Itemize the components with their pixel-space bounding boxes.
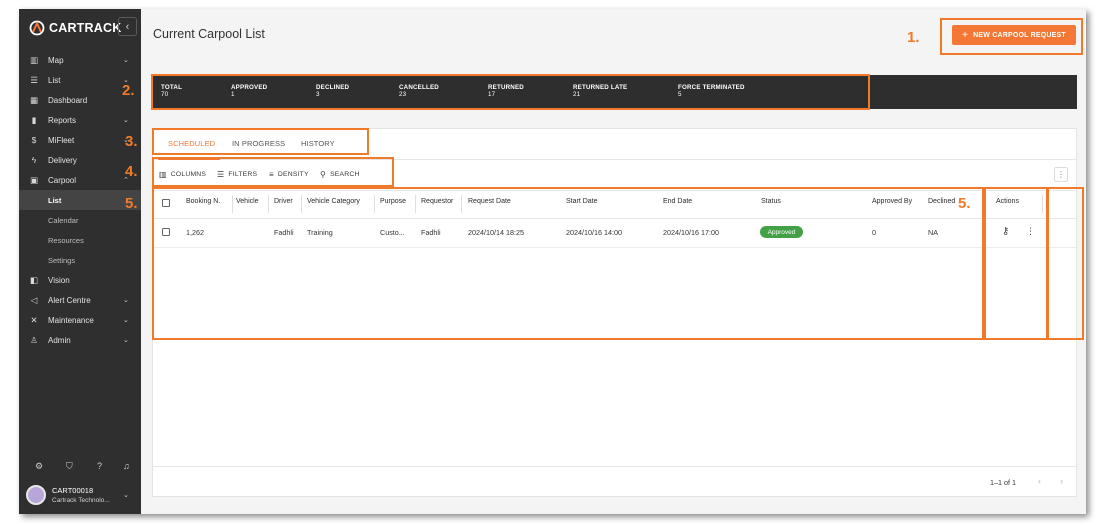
bolt-icon: ϟ	[31, 155, 37, 165]
more-options-button[interactable]: ⋮	[1054, 167, 1068, 182]
prev-page-icon[interactable]: ‹	[1038, 476, 1041, 486]
chevron-down-icon: ⌄	[123, 117, 129, 124]
megaphone-icon: ◁	[30, 294, 38, 305]
list-icon: ☰	[30, 74, 38, 85]
chevron-down-icon: ⌄	[123, 317, 129, 324]
annotation-box-3	[152, 128, 369, 155]
table-footer-border	[153, 466, 1076, 467]
collapse-sidebar-button[interactable]: ‹	[118, 17, 137, 36]
annotation-box-5-actions	[984, 187, 1048, 340]
sidebar-item-delivery[interactable]: ϟ Delivery	[19, 150, 141, 170]
annotation-box-4	[152, 157, 394, 187]
screenshot-frame: CARTRACK ‹ ▥ Map ⌄ ☰ List ⌄ ▦ Dashboard …	[0, 0, 1102, 525]
chevron-down-icon: ⌄	[123, 337, 129, 344]
map-icon: ▥	[29, 54, 39, 65]
sidebar-item-maintenance[interactable]: ✕ Maintenance ⌄	[19, 310, 141, 330]
page-title: Current Carpool List	[153, 27, 265, 41]
annotation-box-5-extra	[1047, 187, 1084, 340]
annotation-box-1	[940, 18, 1083, 55]
chevron-down-icon: ⌄	[123, 492, 129, 499]
annotation-box-5-table	[152, 187, 984, 340]
brand-name: CARTRACK	[49, 21, 122, 35]
sidebar-subitem-list[interactable]: List	[19, 190, 141, 210]
brand-logo[interactable]: CARTRACK	[29, 18, 121, 38]
gear-icon[interactable]: ⚙	[35, 461, 43, 472]
calendar-icon: ▣	[29, 174, 39, 185]
sidebar-item-alert-centre[interactable]: ◁ Alert Centre ⌄	[19, 290, 141, 310]
wrench-icon: ✕	[30, 314, 38, 325]
sidebar-subitem-settings[interactable]: Settings	[19, 250, 141, 270]
annotation-label-3: 3.	[125, 133, 138, 150]
annotation-label-4: 4.	[125, 163, 138, 180]
sidebar-item-admin[interactable]: ♙ Admin ⌄	[19, 330, 141, 350]
chevron-down-icon: ⌄	[123, 57, 129, 64]
sidebar-footer-icons: ⚙ ⛉ ? ♫	[19, 461, 141, 475]
chevron-down-icon: ⌄	[123, 297, 129, 304]
cartrack-logo-icon	[29, 20, 45, 36]
dollar-icon: $	[31, 135, 37, 145]
shield-icon[interactable]: ⛉	[66, 461, 73, 472]
sidebar-item-map[interactable]: ▥ Map ⌄	[19, 50, 141, 70]
next-page-icon[interactable]: ›	[1060, 476, 1063, 486]
annotation-label-2: 2.	[122, 82, 135, 99]
user-profile[interactable]: CART00018 Cartrack Technolo... ⌄	[26, 483, 138, 509]
sidebar-item-mifleet[interactable]: $ MiFleet ⌄	[19, 130, 141, 150]
avatar	[26, 485, 46, 505]
sidebar-subitem-calendar[interactable]: Calendar	[19, 210, 141, 230]
help-icon[interactable]: ?	[97, 461, 102, 471]
annotation-box-2	[151, 74, 870, 110]
pagination-range: 1–1 of 1	[990, 478, 1016, 487]
annotation-label-5: 5.	[125, 195, 138, 212]
annotation-label-1: 1.	[907, 29, 920, 46]
chevron-left-icon: ‹	[125, 20, 130, 33]
bar-chart-icon: ▮	[31, 114, 37, 125]
bell-icon[interactable]: ♫	[123, 461, 130, 471]
sidebar-item-carpool[interactable]: ▣ Carpool ⌃	[19, 170, 141, 190]
camera-icon: ◧	[29, 274, 39, 285]
dashboard-icon: ▦	[29, 94, 39, 105]
more-vertical-icon: ⋮	[1057, 170, 1065, 179]
sidebar-subitem-resources[interactable]: Resources	[19, 230, 141, 250]
annotation-label-5b: 5.	[958, 195, 971, 212]
sidebar-item-reports[interactable]: ▮ Reports ⌄	[19, 110, 141, 130]
admin-icon: ♙	[30, 334, 38, 345]
sidebar-item-vision[interactable]: ◧ Vision	[19, 270, 141, 290]
